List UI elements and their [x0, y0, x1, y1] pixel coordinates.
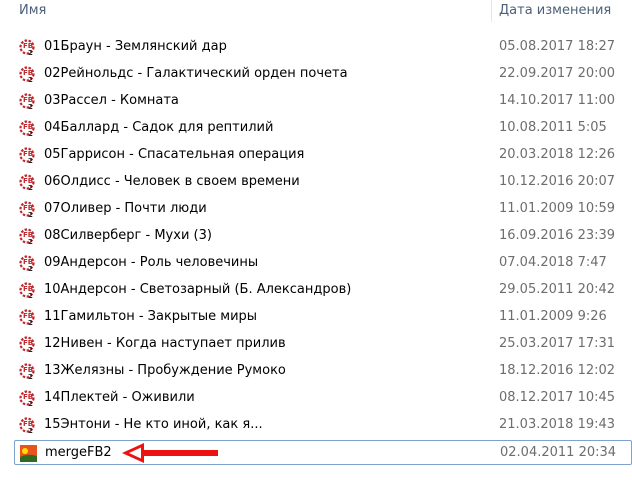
file-row[interactable]: FB 2 08Силверберг - Мухи (3) 16.09.2016 23:… [14, 224, 632, 249]
image-app-icon [20, 445, 37, 462]
fb2-icon: FB 2 [19, 147, 36, 165]
svg-text:2: 2 [28, 76, 33, 83]
file-name: 10Андерсон - Светозарный (Б. Александров… [44, 282, 352, 297]
file-name: 03Рассел - Комната [44, 93, 179, 108]
fb2-icon: FB 2 [19, 39, 36, 57]
file-date: 29.05.2011 20:42 [499, 282, 616, 297]
file-name: 06Олдисс - Человек в своем времени [44, 174, 300, 189]
file-date: 11.01.2009 10:59 [499, 201, 616, 216]
red-arrow-annotation [122, 443, 218, 463]
file-name: 08Силверберг - Мухи (3) [44, 228, 212, 243]
fb2-icon: FB 2 [19, 363, 36, 381]
file-row[interactable]: FB 2 11Гамильтон - Закрытые миры 11.01.2009… [14, 305, 632, 330]
file-date: 18.12.2016 12:02 [499, 363, 616, 378]
svg-text:2: 2 [28, 400, 33, 407]
file-date: 10.12.2016 20:07 [499, 174, 616, 189]
column-date-header[interactable]: Дата изменения [499, 3, 611, 18]
file-row[interactable]: FB 2 12Нивен - Когда наступает прилив 25.03… [14, 332, 632, 357]
file-name: 15Энтони - Не кто иной, как я... [44, 417, 263, 432]
file-name: 07Оливер - Почти люди [44, 201, 207, 216]
file-date: 05.08.2017 18:27 [499, 39, 616, 54]
file-name: 04Баллард - Садок для рептилий [44, 120, 274, 135]
file-name: 11Гамильтон - Закрытые миры [44, 309, 258, 324]
file-date: 08.12.2017 10:45 [499, 390, 616, 405]
file-row[interactable]: FB 2 03Рассел - Комната 14.10.2017 11:00 [14, 89, 632, 114]
file-row[interactable]: FB 2 07Оливер - Почти люди 11.01.2009 10:59 [14, 197, 632, 222]
file-row[interactable]: FB 2 04Баллард - Садок для рептилий 10.08.2… [14, 116, 632, 141]
fb2-icon: FB 2 [19, 120, 36, 138]
svg-text:2: 2 [28, 211, 33, 218]
file-name: 01Браун - Землянский дар [44, 39, 227, 54]
fb2-icon: FB 2 [19, 201, 36, 219]
file-row[interactable]: FB 2 15Энтони - Не кто иной, как я... 21.03… [14, 413, 632, 438]
fb2-icon: FB 2 [19, 390, 36, 408]
file-name: 09Андерсон - Роль человечины [44, 255, 259, 270]
fb2-icon: FB 2 [19, 93, 36, 111]
fb2-icon: FB 2 [19, 255, 36, 273]
fb2-icon: FB 2 [19, 336, 36, 354]
file-row[interactable]: FB 2 14Плектей - Оживили 08.12.2017 10:45 [14, 386, 632, 411]
column-name-header[interactable]: Имя [19, 3, 46, 18]
fb2-icon: FB 2 [19, 282, 36, 300]
column-divider[interactable] [491, 0, 492, 22]
file-row[interactable]: FB 2 02Рейнольдс - Галактический орден поч… [14, 62, 632, 87]
file-name: 12Нивен - Когда наступает прилив [44, 336, 286, 351]
svg-text:2: 2 [28, 157, 33, 164]
file-name: 02Рейнольдс - Галактический орден почета [44, 66, 348, 81]
file-row[interactable]: FB 2 10Андерсон - Светозарный (Б. Александ… [14, 278, 632, 303]
file-row[interactable]: mergeFB2 02.04.2011 20:34 [14, 440, 632, 465]
svg-text:2: 2 [28, 319, 33, 326]
file-name: mergeFB2 [45, 445, 112, 460]
file-date: 16.09.2016 23:39 [499, 228, 616, 243]
svg-text:2: 2 [28, 49, 33, 56]
svg-text:2: 2 [28, 103, 33, 110]
file-row[interactable]: FB 2 13Желязны - Пробуждение Румоко 18.12.2… [14, 359, 632, 384]
svg-text:2: 2 [28, 184, 33, 191]
svg-text:2: 2 [28, 346, 33, 353]
file-date: 02.04.2011 20:34 [500, 445, 617, 460]
fb2-icon: FB 2 [19, 66, 36, 84]
file-row[interactable]: FB 2 09Андерсон - Роль человечины 07.04.201… [14, 251, 632, 276]
svg-text:2: 2 [28, 427, 33, 434]
fb2-icon: FB 2 [19, 309, 36, 327]
svg-text:2: 2 [28, 238, 33, 245]
file-row[interactable]: FB 2 06Олдисс - Человек в своем времени 10.… [14, 170, 632, 195]
file-date: 25.03.2017 17:31 [499, 336, 616, 351]
file-name: 13Желязны - Пробуждение Румоко [44, 363, 286, 378]
svg-text:2: 2 [28, 373, 33, 380]
file-date: 11.01.2009 9:26 [499, 309, 607, 324]
fb2-icon: FB 2 [19, 228, 36, 246]
file-row[interactable]: FB 2 01Браун - Землянский дар 05.08.2017 18… [14, 35, 632, 60]
column-header: Имя Дата изменения [0, 0, 632, 24]
file-date: 21.03.2018 19:43 [499, 417, 616, 432]
file-date: 22.09.2017 20:00 [499, 66, 616, 81]
file-date: 14.10.2017 11:00 [499, 93, 616, 108]
svg-text:2: 2 [28, 292, 33, 299]
file-date: 20.03.2018 12:26 [499, 147, 616, 162]
file-name: 14Плектей - Оживили [44, 390, 195, 405]
svg-text:2: 2 [28, 265, 33, 272]
file-date: 10.08.2011 5:05 [499, 120, 607, 135]
file-date: 07.04.2018 7:47 [499, 255, 607, 270]
file-name: 05Гаррисон - Спасательная операция [44, 147, 305, 162]
fb2-icon: FB 2 [19, 417, 36, 435]
file-row[interactable]: FB 2 05Гаррисон - Спасательная операция 20.… [14, 143, 632, 168]
fb2-icon: FB 2 [19, 174, 36, 192]
svg-text:2: 2 [28, 130, 33, 137]
